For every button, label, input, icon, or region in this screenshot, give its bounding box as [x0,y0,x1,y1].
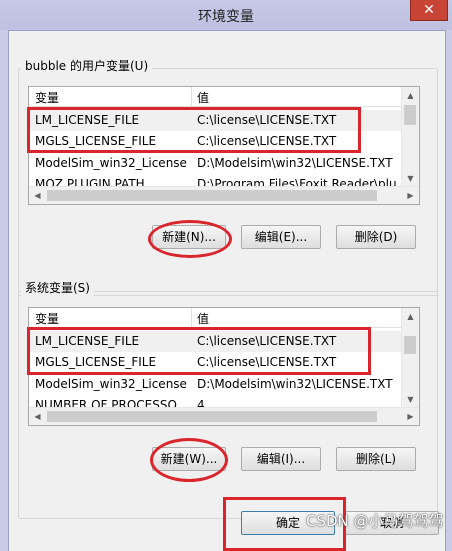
annotation-box-user-vars [27,107,361,153]
close-button[interactable]: ✕ [410,0,448,21]
header-value[interactable]: 值 [197,310,209,327]
scroll-thumb[interactable] [47,190,377,201]
row-value: D:\Modelsim\win32\LICENSE.TXT [197,156,393,170]
header-value[interactable]: 值 [197,89,209,106]
vertical-scrollbar[interactable]: ▲ ▼ [401,87,419,187]
annotation-oval-user-new [148,220,232,258]
scroll-right-icon[interactable]: ▶ [402,408,419,425]
title-bar[interactable]: 环境变量 ✕ [0,0,452,30]
scroll-thumb[interactable] [47,411,377,422]
scroll-thumb[interactable] [404,105,416,125]
scroll-left-icon[interactable]: ◀ [29,187,46,204]
scroll-up-icon[interactable]: ▲ [402,87,419,104]
horizontal-scrollbar[interactable]: ◀ ▶ [29,186,419,204]
vertical-scrollbar[interactable]: ▲ ▼ [401,308,419,408]
close-icon: ✕ [423,2,435,18]
system-edit-button[interactable]: 编辑(I)... [241,447,321,471]
scroll-thumb[interactable] [404,336,416,354]
scroll-down-icon[interactable]: ▼ [402,170,419,187]
table-row[interactable]: ModelSim_win32_License D:\Modelsim\win32… [29,374,401,395]
user-delete-button[interactable]: 删除(D) [336,225,416,249]
header-variable[interactable]: 变量 [35,89,59,106]
scroll-left-icon[interactable]: ◀ [29,408,46,425]
scroll-up-icon[interactable]: ▲ [402,308,419,325]
row-value: D:\Modelsim\win32\LICENSE.TXT [197,377,393,391]
window-title: 环境变量 [198,9,254,25]
row-variable: ModelSim_win32_License [35,156,187,170]
system-variables-label: 系统变量(S) [21,279,94,296]
annotation-box-system-vars [27,327,371,375]
horizontal-scrollbar[interactable]: ◀ ▶ [29,407,419,425]
header-variable[interactable]: 变量 [35,310,59,327]
list-header: 变量 值 [29,87,419,107]
scroll-down-icon[interactable]: ▼ [402,391,419,408]
user-variables-label: bubble 的用户变量(U) [21,57,153,74]
user-edit-button[interactable]: 编辑(E)... [241,225,321,249]
environment-variables-dialog: 环境变量 ✕ bubble 的用户变量(U) 变量 值 LM_LICENSE_F… [0,0,452,551]
row-variable: ModelSim_win32_License [35,377,187,391]
annotation-oval-system-new [150,438,228,482]
watermark: CSDN @小马驾驾驾 [306,512,444,530]
scroll-right-icon[interactable]: ▶ [402,187,419,204]
list-header: 变量 值 [29,308,419,328]
system-delete-button[interactable]: 删除(L) [336,447,416,471]
table-row[interactable]: ModelSim_win32_License D:\Modelsim\win32… [29,153,401,174]
